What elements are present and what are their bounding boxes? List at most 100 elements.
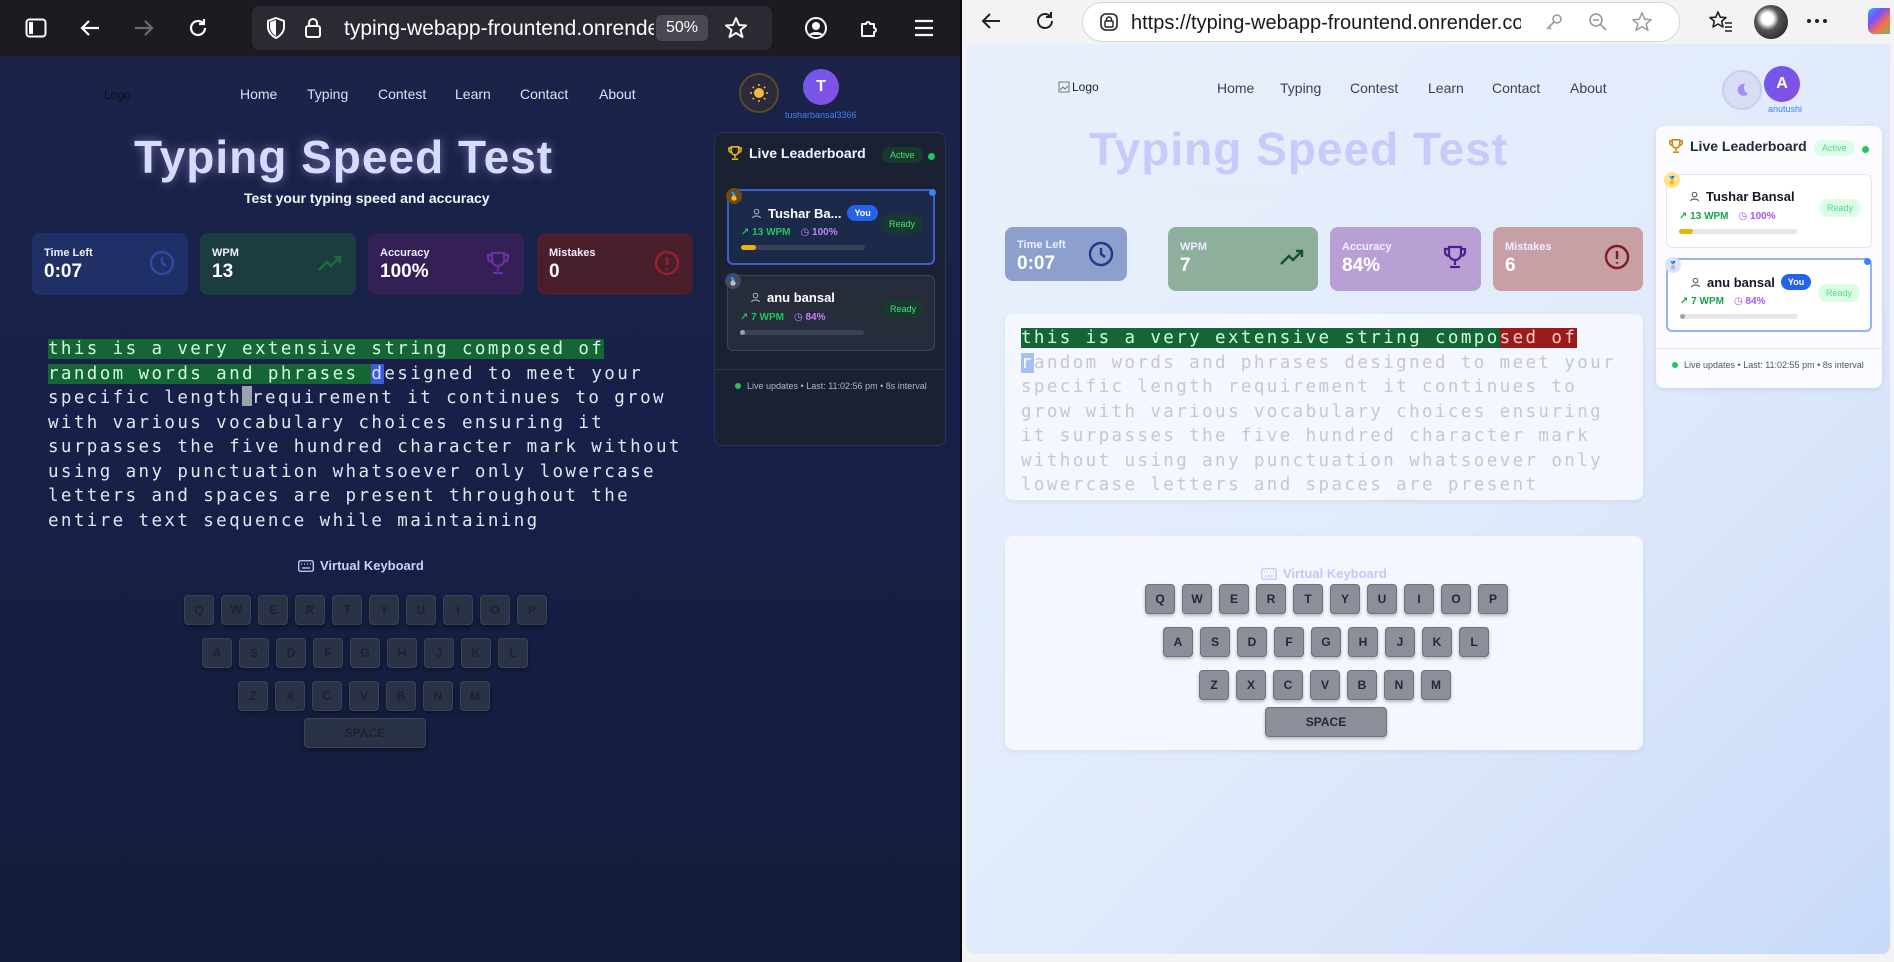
reload-icon[interactable] bbox=[1030, 6, 1060, 36]
user-avatar[interactable]: A bbox=[1764, 66, 1800, 102]
nav-about[interactable]: About bbox=[599, 86, 636, 102]
key[interactable]: K bbox=[1422, 627, 1452, 657]
space-key[interactable]: SPACE bbox=[1265, 707, 1387, 737]
key[interactable]: A bbox=[1163, 627, 1193, 657]
key[interactable]: U bbox=[406, 595, 436, 625]
key[interactable]: M bbox=[460, 681, 490, 711]
typing-text-area[interactable]: this is a very extensive string composed… bbox=[1021, 326, 1633, 498]
tracking-shield-icon[interactable] bbox=[266, 16, 286, 44]
key[interactable]: Y bbox=[369, 595, 399, 625]
key[interactable]: L bbox=[498, 638, 528, 668]
key[interactable]: H bbox=[1348, 627, 1378, 657]
bookmark-star-icon[interactable] bbox=[724, 16, 748, 45]
copilot-icon[interactable] bbox=[1868, 8, 1890, 34]
back-icon[interactable] bbox=[74, 12, 106, 44]
favorites-icon[interactable] bbox=[1706, 6, 1736, 36]
key[interactable]: F bbox=[1274, 627, 1304, 657]
key[interactable]: G bbox=[350, 638, 380, 668]
reload-icon[interactable] bbox=[182, 12, 214, 44]
zoom-out-icon[interactable] bbox=[1583, 7, 1613, 37]
key[interactable]: W bbox=[1182, 584, 1212, 614]
key[interactable]: S bbox=[1200, 627, 1230, 657]
key[interactable]: V bbox=[349, 681, 379, 711]
profile-avatar[interactable] bbox=[1754, 5, 1788, 39]
nav-contact[interactable]: Contact bbox=[520, 86, 568, 102]
key[interactable]: G bbox=[1311, 627, 1341, 657]
key[interactable]: B bbox=[386, 681, 416, 711]
key[interactable]: H bbox=[387, 638, 417, 668]
logo[interactable]: Logo bbox=[1058, 80, 1099, 94]
nav-contact[interactable]: Contact bbox=[1492, 80, 1540, 96]
key[interactable]: C bbox=[312, 681, 342, 711]
key[interactable]: B bbox=[1347, 670, 1377, 700]
key[interactable]: X bbox=[275, 681, 305, 711]
key[interactable]: X bbox=[1236, 670, 1266, 700]
extensions-icon[interactable] bbox=[854, 12, 886, 44]
key[interactable]: O bbox=[480, 595, 510, 625]
theme-toggle-sun-icon[interactable] bbox=[739, 73, 779, 113]
key[interactable]: Z bbox=[1199, 670, 1229, 700]
user-avatar[interactable]: T bbox=[803, 69, 839, 105]
key[interactable]: R bbox=[295, 595, 325, 625]
more-options-icon[interactable] bbox=[1802, 6, 1832, 36]
key-icon[interactable] bbox=[1539, 7, 1569, 37]
lock-icon[interactable] bbox=[304, 17, 322, 44]
key[interactable]: M bbox=[1421, 670, 1451, 700]
nav-about[interactable]: About bbox=[1570, 80, 1607, 96]
nav-contest[interactable]: Contest bbox=[1350, 80, 1398, 96]
key[interactable]: Q bbox=[1145, 584, 1175, 614]
nav-learn[interactable]: Learn bbox=[455, 86, 491, 102]
sidebar-toggle-icon[interactable] bbox=[20, 12, 52, 44]
key[interactable]: N bbox=[1384, 670, 1414, 700]
key[interactable]: F bbox=[313, 638, 343, 668]
favorite-star-icon[interactable] bbox=[1627, 7, 1657, 37]
key[interactable]: R bbox=[1256, 584, 1286, 614]
zoom-level[interactable]: 50% bbox=[656, 15, 708, 41]
key[interactable]: E bbox=[1219, 584, 1249, 614]
account-icon[interactable] bbox=[800, 12, 832, 44]
nav-contest[interactable]: Contest bbox=[378, 86, 426, 102]
key[interactable]: U bbox=[1367, 584, 1397, 614]
key[interactable]: S bbox=[239, 638, 269, 668]
key[interactable]: D bbox=[276, 638, 306, 668]
key[interactable]: Z bbox=[238, 681, 268, 711]
nav-learn[interactable]: Learn bbox=[1428, 80, 1464, 96]
key[interactable]: J bbox=[1385, 627, 1415, 657]
key[interactable]: V bbox=[1310, 670, 1340, 700]
key[interactable]: N bbox=[423, 681, 453, 711]
key[interactable]: J bbox=[424, 638, 454, 668]
nav-home[interactable]: Home bbox=[240, 86, 277, 102]
key[interactable]: O bbox=[1441, 584, 1471, 614]
typing-text-area[interactable]: this is a very extensive string composed… bbox=[48, 337, 688, 571]
key[interactable]: I bbox=[443, 595, 473, 625]
key[interactable]: I bbox=[1404, 584, 1434, 614]
forward-icon[interactable] bbox=[128, 12, 160, 44]
stat-label: Mistakes bbox=[1505, 241, 1552, 253]
nav-typing[interactable]: Typing bbox=[307, 86, 348, 102]
key[interactable]: W bbox=[221, 595, 251, 625]
nav-typing[interactable]: Typing bbox=[1280, 80, 1321, 96]
address-bar[interactable]: https://typing-webapp-frountend.onrender… bbox=[1082, 2, 1680, 42]
address-bar[interactable]: typing-webapp-frountend.onrender.com 50% bbox=[252, 6, 772, 50]
site-info-icon[interactable] bbox=[1099, 12, 1119, 37]
menu-icon[interactable] bbox=[908, 12, 940, 44]
key[interactable]: P bbox=[517, 595, 547, 625]
logo[interactable]: Logo bbox=[104, 88, 131, 102]
key[interactable]: A bbox=[202, 638, 232, 668]
key[interactable]: T bbox=[332, 595, 362, 625]
key[interactable]: C bbox=[1273, 670, 1303, 700]
nav-home[interactable]: Home bbox=[1217, 80, 1254, 96]
theme-toggle-moon-icon[interactable] bbox=[1722, 70, 1762, 110]
key[interactable]: E bbox=[258, 595, 288, 625]
key[interactable]: T bbox=[1293, 584, 1323, 614]
space-key[interactable]: SPACE bbox=[304, 718, 426, 748]
live-dot bbox=[1672, 362, 1678, 368]
back-icon[interactable] bbox=[976, 6, 1006, 36]
trophy-icon bbox=[1669, 139, 1683, 153]
key[interactable]: Q bbox=[184, 595, 214, 625]
key[interactable]: L bbox=[1459, 627, 1489, 657]
key[interactable]: P bbox=[1478, 584, 1508, 614]
key[interactable]: D bbox=[1237, 627, 1267, 657]
key[interactable]: Y bbox=[1330, 584, 1360, 614]
key[interactable]: K bbox=[461, 638, 491, 668]
